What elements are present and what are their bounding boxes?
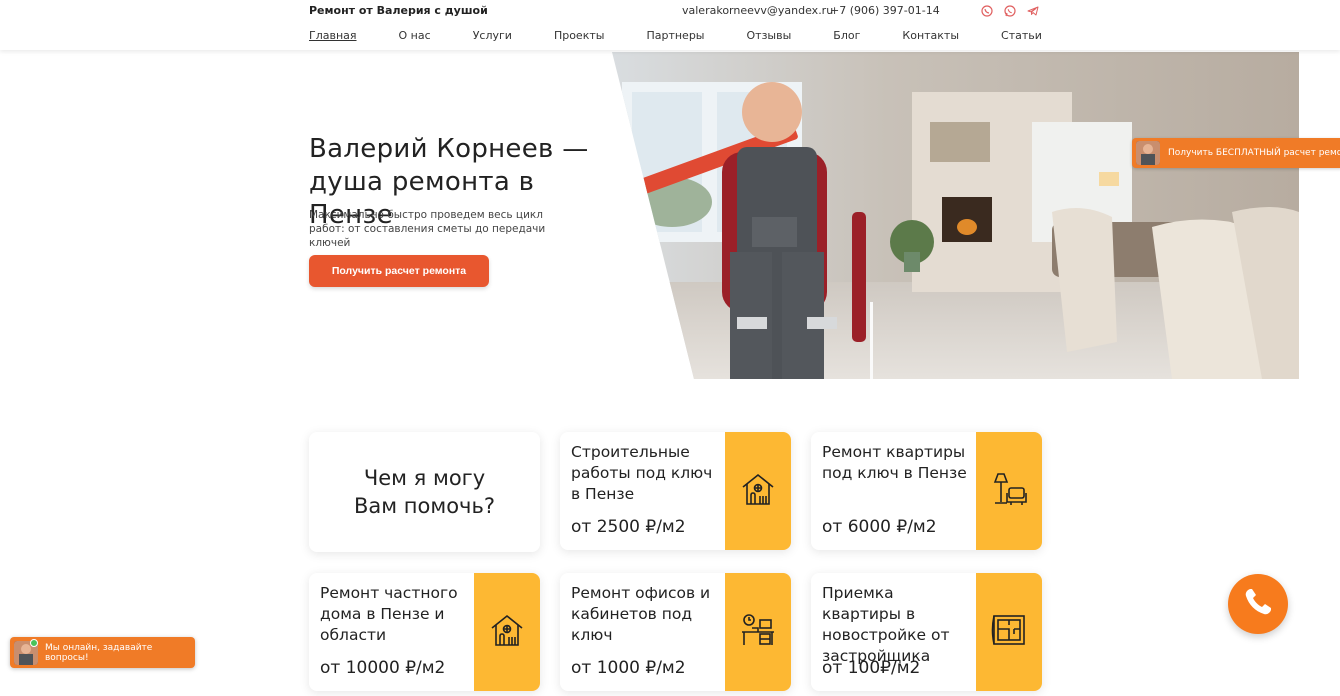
telegram-icon[interactable] — [1025, 3, 1040, 18]
social-links — [979, 3, 1040, 18]
service-card[interactable]: Ремонт офисов и кабинетов под ключ от 10… — [560, 573, 791, 691]
free-estimate-label: Получить БЕСПЛАТНЫЙ расчет ремонта — [1168, 148, 1340, 158]
blueprint-icon — [989, 610, 1029, 654]
service-title: Строительные работы под ключ в Пензе — [571, 443, 713, 503]
nav-blog[interactable]: Блог — [833, 29, 860, 42]
online-status-dot — [30, 639, 38, 647]
nav-projects[interactable]: Проекты — [554, 29, 605, 42]
contact-phone[interactable]: +7 (906) 397-01-14 — [830, 4, 940, 17]
master-avatar — [1136, 141, 1160, 165]
nav-services[interactable]: Услуги — [473, 29, 512, 42]
get-estimate-button[interactable]: Получить расчет ремонта — [309, 255, 489, 287]
nav-partners[interactable]: Партнеры — [646, 29, 704, 42]
service-icon-panel — [474, 573, 540, 691]
service-icon-panel — [725, 573, 791, 691]
services-heading-card: Чем я могу Вам помочь? — [309, 432, 540, 552]
service-card[interactable]: Ремонт квартиры под ключ в Пензе от 6000… — [811, 432, 1042, 550]
nav-about[interactable]: О нас — [399, 29, 431, 42]
service-card[interactable]: Ремонт частного дома в Пензе и области о… — [309, 573, 540, 691]
contact-email[interactable]: valerakorneevv@yandex.ru — [682, 4, 833, 17]
services-heading: Чем я могу Вам помочь? — [354, 466, 495, 518]
service-card[interactable]: Строительные работы под ключ в Пензе от … — [560, 432, 791, 550]
service-card[interactable]: Приемка квартиры в новостройке от застро… — [811, 573, 1042, 691]
service-icon-panel — [976, 573, 1042, 691]
service-title: Ремонт частного дома в Пензе и области — [320, 584, 458, 644]
site-brand[interactable]: Ремонт от Валерия с душой — [309, 4, 488, 17]
service-title: Приемка квартиры в новостройке от застро… — [822, 584, 950, 665]
office-desk-icon — [738, 610, 778, 654]
call-button[interactable] — [1228, 574, 1288, 634]
site-header: Ремонт от Валерия с душой valerakorneevv… — [0, 0, 1340, 50]
online-chat-widget[interactable]: Мы онлайн, задавайте вопросы! — [10, 637, 195, 668]
service-price: от 2500 ₽/м2 — [571, 517, 686, 537]
service-title: Ремонт квартиры под ключ в Пензе — [822, 443, 967, 482]
hero-subtitle: Максимально быстро проведем весь цикл ра… — [309, 209, 546, 249]
service-price: от 100₽/м2 — [822, 658, 921, 678]
armchair-lamp-icon — [989, 469, 1029, 513]
nav-articles[interactable]: Статьи — [1001, 29, 1042, 42]
service-price: от 10000 ₽/м2 — [320, 658, 446, 678]
service-price: от 1000 ₽/м2 — [571, 658, 686, 678]
main-nav: Главная О нас Услуги Проекты Партнеры От… — [309, 29, 1042, 42]
service-icon-panel — [725, 432, 791, 550]
nav-contacts[interactable]: Контакты — [902, 29, 959, 42]
whatsapp-icon[interactable] — [1002, 3, 1017, 18]
chat-label: Мы онлайн, задавайте вопросы! — [45, 642, 153, 663]
service-price: от 6000 ₽/м2 — [822, 517, 937, 537]
viber-icon[interactable] — [979, 3, 994, 18]
free-estimate-tab[interactable]: Получить БЕСПЛАТНЫЙ расчет ремонта — [1132, 138, 1340, 168]
service-icon-panel — [976, 432, 1042, 550]
nav-reviews[interactable]: Отзывы — [747, 29, 792, 42]
service-title: Ремонт офисов и кабинетов под ключ — [571, 584, 711, 644]
nav-home[interactable]: Главная — [309, 29, 357, 42]
house-icon — [487, 610, 527, 654]
phone-icon — [1242, 586, 1274, 622]
hero-photo — [612, 52, 1299, 379]
house-icon — [738, 469, 778, 513]
